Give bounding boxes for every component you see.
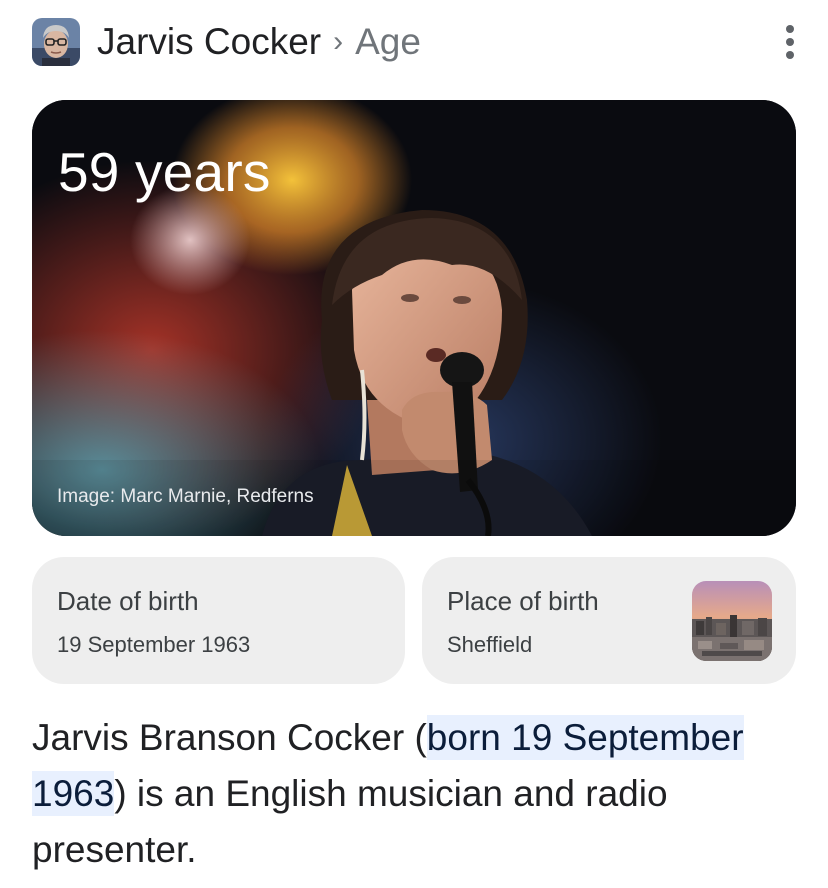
attribute-label: Age bbox=[355, 21, 421, 62]
date-of-birth-value: 19 September 1963 bbox=[57, 632, 251, 657]
person-avatar-icon[interactable] bbox=[32, 18, 80, 66]
age-value: 59 years bbox=[58, 141, 271, 203]
place-of-birth-card[interactable]: Place of birth Sheffield bbox=[422, 557, 796, 684]
description-before: Jarvis Branson Cocker ( bbox=[32, 717, 427, 758]
image-credit: Image: Marc Marnie, Redferns bbox=[57, 486, 314, 507]
date-of-birth-card[interactable]: Date of birth 19 September 1963 bbox=[32, 557, 405, 684]
description-text: Jarvis Branson Cocker (born 19 September… bbox=[32, 710, 802, 878]
breadcrumb: Jarvis Cocker › Age bbox=[97, 21, 421, 63]
place-of-birth-label: Place of birth bbox=[447, 586, 599, 616]
more-vert-icon[interactable] bbox=[778, 20, 802, 64]
place-of-birth-value: Sheffield bbox=[447, 632, 533, 657]
breadcrumb-separator: › bbox=[333, 25, 344, 58]
header: Jarvis Cocker › Age bbox=[32, 16, 802, 68]
date-of-birth-label: Date of birth bbox=[57, 586, 199, 616]
entity-name-link[interactable]: Jarvis Cocker bbox=[97, 21, 321, 63]
city-thumbnail bbox=[692, 581, 772, 661]
description-after: ) is an English musician and radio prese… bbox=[32, 773, 668, 870]
hero-image-card[interactable]: 59 years Image: Marc Marnie, Redferns bbox=[32, 100, 796, 536]
